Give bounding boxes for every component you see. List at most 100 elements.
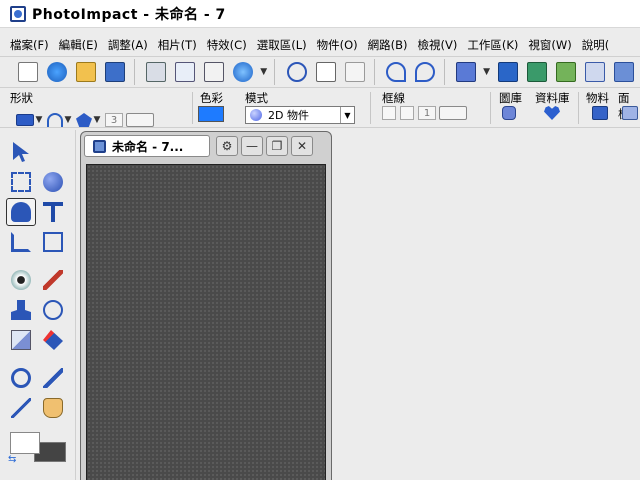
save-button[interactable] xyxy=(101,58,128,86)
tool-row xyxy=(6,228,70,256)
eraser-icon xyxy=(11,330,31,350)
red-eye-tool[interactable] xyxy=(6,266,36,294)
zoom-magnifier-icon xyxy=(11,368,31,388)
selection-tool[interactable] xyxy=(6,168,36,196)
menu-view[interactable]: 檢視(V) xyxy=(418,37,458,53)
tool-row xyxy=(6,296,70,324)
border-width-input[interactable]: 1 xyxy=(418,106,436,120)
object-group-tool[interactable] xyxy=(38,168,68,196)
retouch-tool[interactable] xyxy=(38,296,68,324)
panel-icon[interactable] xyxy=(622,106,638,120)
hand-tool[interactable] xyxy=(38,394,68,422)
border-checkbox[interactable] xyxy=(382,106,396,120)
crop-tool[interactable] xyxy=(6,228,36,256)
menu-adjust[interactable]: 調整(A) xyxy=(108,37,148,53)
curve-shape-icon[interactable] xyxy=(47,113,63,127)
hand-icon xyxy=(43,398,63,418)
border-label: 框線 xyxy=(382,91,405,105)
line-tool[interactable] xyxy=(6,394,36,422)
tool-row xyxy=(6,168,70,196)
rectangle-shape-icon[interactable] xyxy=(16,114,34,126)
new-button[interactable] xyxy=(14,58,41,86)
menu-photo[interactable]: 相片(T) xyxy=(158,37,197,53)
menu-selection[interactable]: 選取區(L) xyxy=(257,37,307,53)
paint-brush-icon xyxy=(43,270,63,290)
path-drawing-tool[interactable] xyxy=(6,198,36,226)
menu-help[interactable]: 說明( xyxy=(582,37,610,53)
open-button[interactable] xyxy=(72,58,99,86)
menu-file[interactable]: 檔案(F) xyxy=(10,37,49,53)
print-multiple-button[interactable] xyxy=(171,58,198,86)
toolbar-separator xyxy=(373,59,380,85)
cut-button[interactable] xyxy=(283,58,310,86)
eraser-tool[interactable] xyxy=(6,326,36,354)
shape-spin-input[interactable]: 3 xyxy=(105,113,123,127)
swap-colors-icon[interactable]: ⇆ xyxy=(8,454,16,465)
fill-bucket-icon xyxy=(43,330,63,350)
print-preview-button[interactable] xyxy=(201,58,228,86)
print-button[interactable] xyxy=(142,58,169,86)
menu-window[interactable]: 視窗(W) xyxy=(528,37,571,53)
attr-separator xyxy=(370,92,371,124)
undo-button[interactable] xyxy=(383,58,410,86)
gallery-icon xyxy=(614,62,635,82)
zoom-tool[interactable] xyxy=(6,364,36,392)
eyedropper-tool[interactable] xyxy=(38,364,68,392)
scanner-button[interactable] xyxy=(453,58,480,86)
document-minimize-button[interactable]: — xyxy=(241,136,263,156)
menu-edit[interactable]: 編輯(E) xyxy=(59,37,98,53)
toolbar-separator xyxy=(133,59,140,85)
library-cylinder-icon[interactable] xyxy=(502,106,516,120)
data-library-controls xyxy=(544,106,560,120)
mode-select[interactable]: 2D 物件 ▼ xyxy=(245,106,355,124)
color-panel: ⇆ xyxy=(8,430,70,480)
document-window: 未命名 - 7... ⚙ — ❐ ✕ xyxy=(80,131,332,480)
browser-button[interactable] xyxy=(230,58,257,86)
fill-tool[interactable] xyxy=(38,326,68,354)
open-icon xyxy=(75,62,96,82)
retouch-icon xyxy=(43,300,63,320)
web-button[interactable] xyxy=(43,58,70,86)
document-tab[interactable]: 未命名 - 7... xyxy=(84,135,210,157)
transform-tool[interactable] xyxy=(38,228,68,256)
line-width-icon[interactable] xyxy=(126,113,154,127)
border-line-icon[interactable] xyxy=(439,106,467,120)
image-button[interactable] xyxy=(553,58,580,86)
shape-drawing-icon xyxy=(11,202,31,222)
material-icon[interactable] xyxy=(592,106,608,120)
scanner-dropdown-icon[interactable]: ▼ xyxy=(482,58,492,86)
document-close-button[interactable]: ✕ xyxy=(291,136,313,156)
print-multiple-icon xyxy=(175,62,196,82)
redo-button[interactable] xyxy=(412,58,439,86)
browser-dropdown-icon[interactable]: ▼ xyxy=(259,58,269,86)
screen-capture-icon xyxy=(527,62,548,82)
image-canvas[interactable] xyxy=(86,164,326,480)
data-library-label: 資料庫 xyxy=(535,91,570,105)
copy-button[interactable] xyxy=(312,58,339,86)
menu-workspace[interactable]: 工作區(K) xyxy=(467,37,518,53)
gallery-button[interactable] xyxy=(611,58,638,86)
screen-capture-button[interactable] xyxy=(524,58,551,86)
clone-stamp-tool[interactable] xyxy=(6,296,36,324)
polygon-shape-icon[interactable] xyxy=(76,113,92,127)
color-swatch[interactable] xyxy=(198,106,224,122)
tool-panel: ⇆ xyxy=(0,130,76,480)
pick-tool[interactable] xyxy=(6,138,36,166)
paste-icon xyxy=(345,62,366,82)
menu-effect[interactable]: 特效(C) xyxy=(207,37,247,53)
document-options-button[interactable]: ⚙ xyxy=(216,136,238,156)
color-label: 色彩 xyxy=(200,91,223,105)
text-tool[interactable] xyxy=(38,198,68,226)
foreground-color-swatch[interactable] xyxy=(10,432,40,454)
print-icon xyxy=(145,62,166,82)
paint-brush-tool[interactable] xyxy=(38,266,68,294)
menu-object[interactable]: 物件(O) xyxy=(317,37,358,53)
camera-button[interactable] xyxy=(494,58,521,86)
paste-button[interactable] xyxy=(342,58,369,86)
heart-icon[interactable] xyxy=(544,106,560,120)
menu-web[interactable]: 網路(B) xyxy=(368,37,408,53)
chart-button[interactable] xyxy=(582,58,609,86)
polygon-dropdown-icon[interactable]: ▼ xyxy=(92,106,102,134)
border-style-box[interactable] xyxy=(400,106,414,120)
document-restore-button[interactable]: ❐ xyxy=(266,136,288,156)
